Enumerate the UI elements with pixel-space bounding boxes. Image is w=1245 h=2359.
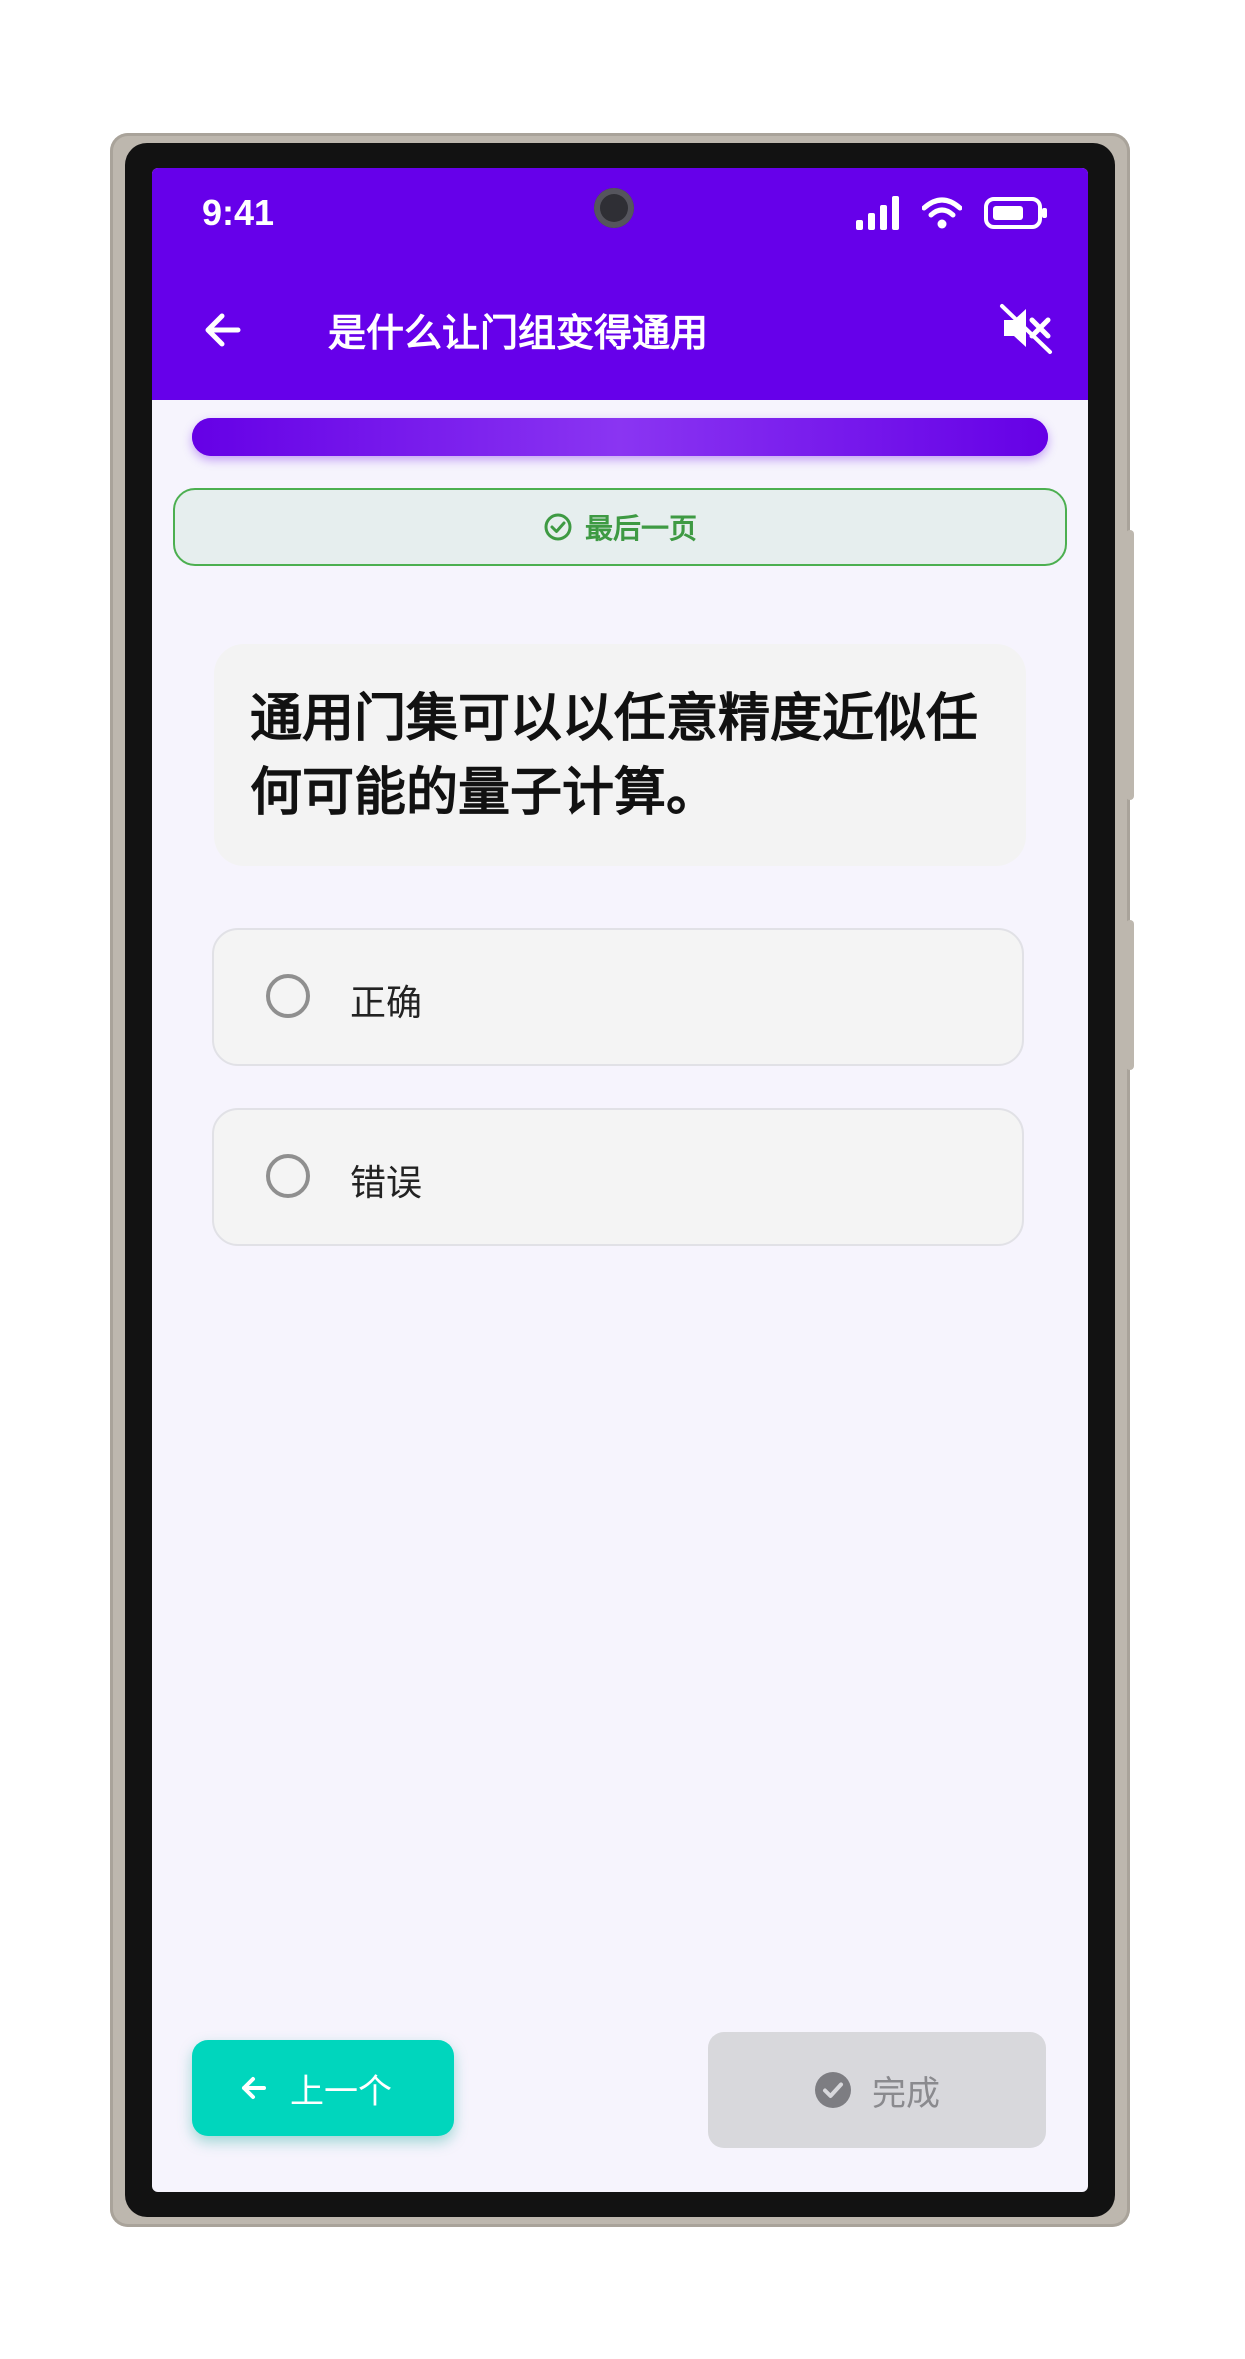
wifi-icon bbox=[922, 197, 962, 229]
question-text: 通用门集可以以任意精度近似任何可能的量子计算。 bbox=[250, 689, 979, 823]
previous-label: 上一个 bbox=[290, 2071, 392, 2112]
previous-button[interactable]: 上一个 bbox=[192, 2040, 454, 2136]
last-page-banner: 最后一页 bbox=[173, 488, 1067, 566]
progress-fill bbox=[192, 418, 1048, 456]
check-circle-filled-icon bbox=[815, 2072, 851, 2108]
progress-bar bbox=[192, 418, 1048, 456]
back-arrow-icon[interactable] bbox=[192, 298, 256, 362]
app-bar-title: 是什么让门组变得通用 bbox=[328, 311, 709, 355]
option-label: 正确 bbox=[350, 983, 423, 1024]
status-time: 9:41 bbox=[202, 192, 275, 233]
banner-text: 最后一页 bbox=[584, 512, 697, 545]
finish-button[interactable]: 完成 bbox=[708, 2032, 1046, 2148]
front-camera bbox=[594, 188, 634, 228]
arrow-left-icon bbox=[242, 2077, 266, 2099]
status-icons bbox=[856, 196, 1048, 230]
option-false[interactable]: 错误 bbox=[212, 1108, 1024, 1246]
phone-side-button bbox=[1126, 920, 1134, 1070]
app-screen: 9:41 是什么让门组变得通用 最后一页 通用门集可以以任意精度近似任何可能的量… bbox=[152, 168, 1088, 2192]
phone-side-button bbox=[1126, 530, 1134, 800]
radio-button[interactable] bbox=[266, 1154, 310, 1198]
check-circle-icon bbox=[544, 513, 572, 541]
volume-off-icon[interactable] bbox=[994, 296, 1058, 360]
signal-icon bbox=[856, 196, 899, 230]
question-card: 通用门集可以以任意精度近似任何可能的量子计算。 bbox=[214, 644, 1026, 866]
battery-icon bbox=[984, 197, 1047, 229]
option-label: 错误 bbox=[350, 1163, 423, 1204]
finish-label: 完成 bbox=[872, 2073, 940, 2114]
option-true[interactable]: 正确 bbox=[212, 928, 1024, 1066]
radio-button[interactable] bbox=[266, 974, 310, 1018]
app-bar: 9:41 是什么让门组变得通用 bbox=[152, 168, 1088, 400]
